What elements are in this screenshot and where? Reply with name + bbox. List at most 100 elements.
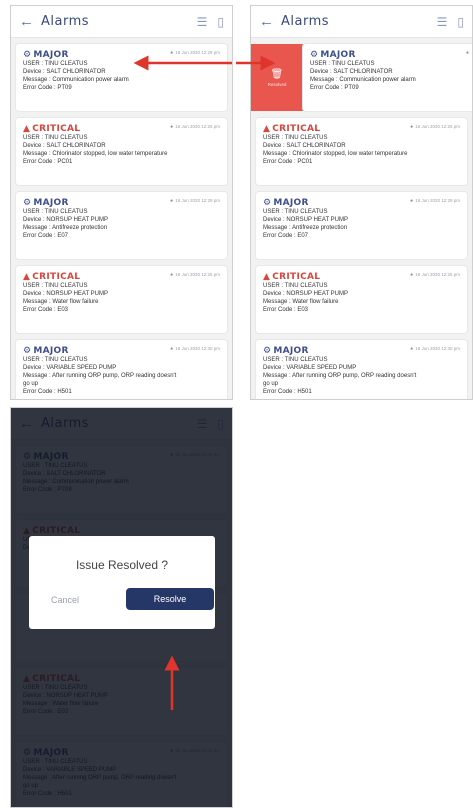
alarm-message: Message : Antifreeze protection [263,225,348,231]
severity-text: MAJOR [33,346,69,356]
gear-icon: ⚙ [263,346,272,356]
timestamp-text: 16 Jun 2020 12:29 pm [415,198,460,203]
cancel-button[interactable]: Cancel [51,595,79,605]
trash-icon: 🗑 [270,68,284,80]
alarm-message: Message : Communication power alarm [23,77,129,83]
alarm-user: USER : TINU CLEATUS [263,135,328,141]
gear-icon: ⚙ [23,346,32,356]
alarm-error-code: Error Code : E07 [263,233,309,239]
alarm-card[interactable]: ▲ CRITICAL ● 16 Jun 2020 12:25 pm USER : T… [256,266,467,333]
timestamp-text: 16 Jun 2020 12:25 pm [175,272,220,277]
alarm-user: USER : TINU CLEATUS [23,357,88,363]
resolve-dialog: Issue Resolved ? Cancel Resolve [29,536,215,629]
alarm-message: Message : Water flow failure [263,299,339,305]
alarm-card[interactable]: ▲ CRITICAL ● 16 Jun 2020 12:25 pm USER : T… [16,118,227,185]
alarm-user: USER : TINU CLEATUS [23,209,88,215]
timestamp-text: 16 Jun 2020 12:25 pm [175,124,220,129]
dialog-title: Issue Resolved ? [75,558,169,572]
clock-icon: ● [170,272,174,278]
severity-label: ⚙MAJOR [310,50,471,60]
alarm-card[interactable]: ▲ CRITICAL ● 16 Jun 2020 12:25 pm USER : T… [16,266,227,333]
timestamp: ●16 Jun 2020 12:29 pm [170,198,220,204]
severity-text: MAJOR [273,346,309,356]
gear-icon: ⚙ [263,198,272,208]
severity-text: MAJOR [273,198,309,208]
severity-text: CRITICAL [32,272,81,282]
alarm-card[interactable]: ▲ CRITICAL ● 16 Jun 2020 12:25 pm USER : T… [256,118,467,185]
alarm-error-code: Error Code : E03 [263,307,309,313]
severity-text: CRITICAL [272,272,321,282]
timestamp: ● 16 Jun 2020 12:25 pm [410,272,460,278]
filter-icon[interactable]: ☰ [197,15,208,29]
alarm-error-code: Error Code : PT09 [310,85,359,91]
back-arrow-icon[interactable]: ← [259,13,281,30]
alarm-list: 🗑 Resolved ⚙ MAJOR ● USER : TINU CLEATUS … [251,38,472,399]
alarm-card[interactable]: ⚙ MAJOR ● USER : TINU CLEATUS Device : SA… [303,44,472,111]
alarm-user: USER : TINU CLEATUS [23,283,88,289]
resolve-button[interactable]: Resolve [126,588,214,610]
alarm-device: Device : SALT CHLORINATOR [23,69,106,75]
alarm-card[interactable]: ⚙ MAJOR ● 16 Jun 2020 12:30 pm USER : TINU… [256,340,467,399]
book-icon[interactable]: ▯ [217,15,224,29]
timestamp-text: 16 Jun 2020 12:25 pm [415,124,460,129]
warning-icon: ▲ [23,124,31,134]
alarm-list: ⚙MAJOR ●16 Jun 2020 12:29 pm USER : TINU… [11,38,232,399]
alarm-message: Message : Antifreeze protection [23,225,108,231]
alarm-error-code: Error Code : E07 [23,233,69,239]
alarms-screen-swipe: ← Alarms ☰ ▯ 🗑 Resolved ⚙ MAJOR ● USER : … [250,5,473,400]
timestamp: ● 16 Jun 2020 12:25 pm [170,272,220,278]
timestamp: ●16 Jun 2020 12:29 pm [410,198,460,204]
clock-icon: ● [465,50,469,56]
alarm-device: Device : VARIABLE SPEED PUMP [263,365,357,371]
app-bar: ← Alarms ☰ ▯ [251,6,472,38]
clock-icon: ● [410,272,414,278]
alarm-message: Message : Water flow failure [23,299,99,305]
severity-text: MAJOR [320,50,356,60]
filter-icon[interactable]: ☰ [437,15,448,29]
timestamp: ●16 Jun 2020 12:30 pm [410,346,460,352]
app-bar: ← Alarms ☰ ▯ [11,6,232,38]
alarm-error-code: Error Code : H501 [23,389,72,395]
alarm-error-code: Error Code : H501 [263,389,312,395]
timestamp-text: 16 Jun 2020 12:30 pm [175,346,220,351]
alarm-error-code: Error Code : PC01 [23,159,73,165]
back-arrow-icon[interactable]: ← [19,13,41,30]
timestamp-text: 16 Jun 2020 12:29 pm [175,50,220,55]
alarm-user: USER : TINU CLEATUS [310,61,375,67]
alarm-device: Device : NORSUP HEAT PUMP [263,217,349,223]
clock-icon: ● [170,198,174,204]
alarm-card[interactable]: ⚙ MAJOR ● 16 Jun 2020 12:29 pm USER : TINU… [16,44,227,111]
alarm-device: Device : SALT CHLORINATOR [310,69,393,75]
clock-icon: ● [170,124,174,130]
alarm-message: Message : After running ORP pump, ORP re… [263,373,417,379]
alarm-message: Message : Chlorinator stopped, low water… [263,151,408,157]
alarm-user: USER : TINU CLEATUS [263,209,328,215]
book-icon[interactable]: ▯ [457,15,464,29]
alarm-error-code: Error Code : E03 [23,307,69,313]
gear-icon: ⚙ [310,50,319,60]
timestamp: ● 16 Jun 2020 12:25 pm [410,124,460,130]
swipe-action-label: Resolved [267,81,287,87]
alarm-error-code: Error Code : PC01 [263,159,313,165]
alarm-user: USER : TINU CLEATUS [263,357,328,363]
alarm-device: Device : NORSUP HEAT PUMP [263,291,349,297]
alarm-device: Device : SALT CHLORINATOR [23,143,106,149]
alarms-screen-list: ← Alarms ☰ ▯ ⚙ MAJOR ● 16 Jun 2020 12:29 p… [10,5,233,400]
timestamp: ● 16 Jun 2020 12:25 pm [170,124,220,130]
clock-icon: ● [170,50,174,56]
resolve-swipe-action[interactable]: 🗑 Resolved [251,44,303,111]
alarm-device: Device : NORSUP HEAT PUMP [23,291,109,297]
severity-text: CRITICAL [272,124,321,134]
alarm-card[interactable]: ⚙ MAJOR ● 16 Jun 2020 12:29 pm USER : TINU… [16,192,227,259]
warning-icon: ▲ [23,272,31,282]
clock-icon: ● [410,124,414,130]
timestamp-text: 16 Jun 2020 12:30 pm [415,346,460,351]
alarm-card[interactable]: ⚙ MAJOR ● 16 Jun 2020 12:29 pm USER : TINU… [256,192,467,259]
alarm-user: USER : TINU CLEATUS [23,135,88,141]
swiped-row[interactable]: 🗑 Resolved ⚙ MAJOR ● USER : TINU CLEATUS … [251,44,472,111]
timestamp: ● [466,50,471,56]
severity-text: MAJOR [33,198,69,208]
warning-icon: ▲ [263,124,271,134]
alarm-card[interactable]: ⚙ MAJOR ● 16 Jun 2020 12:30 pm USER : TINU… [16,340,227,399]
alarm-device: Device : NORSUP HEAT PUMP [23,217,109,223]
